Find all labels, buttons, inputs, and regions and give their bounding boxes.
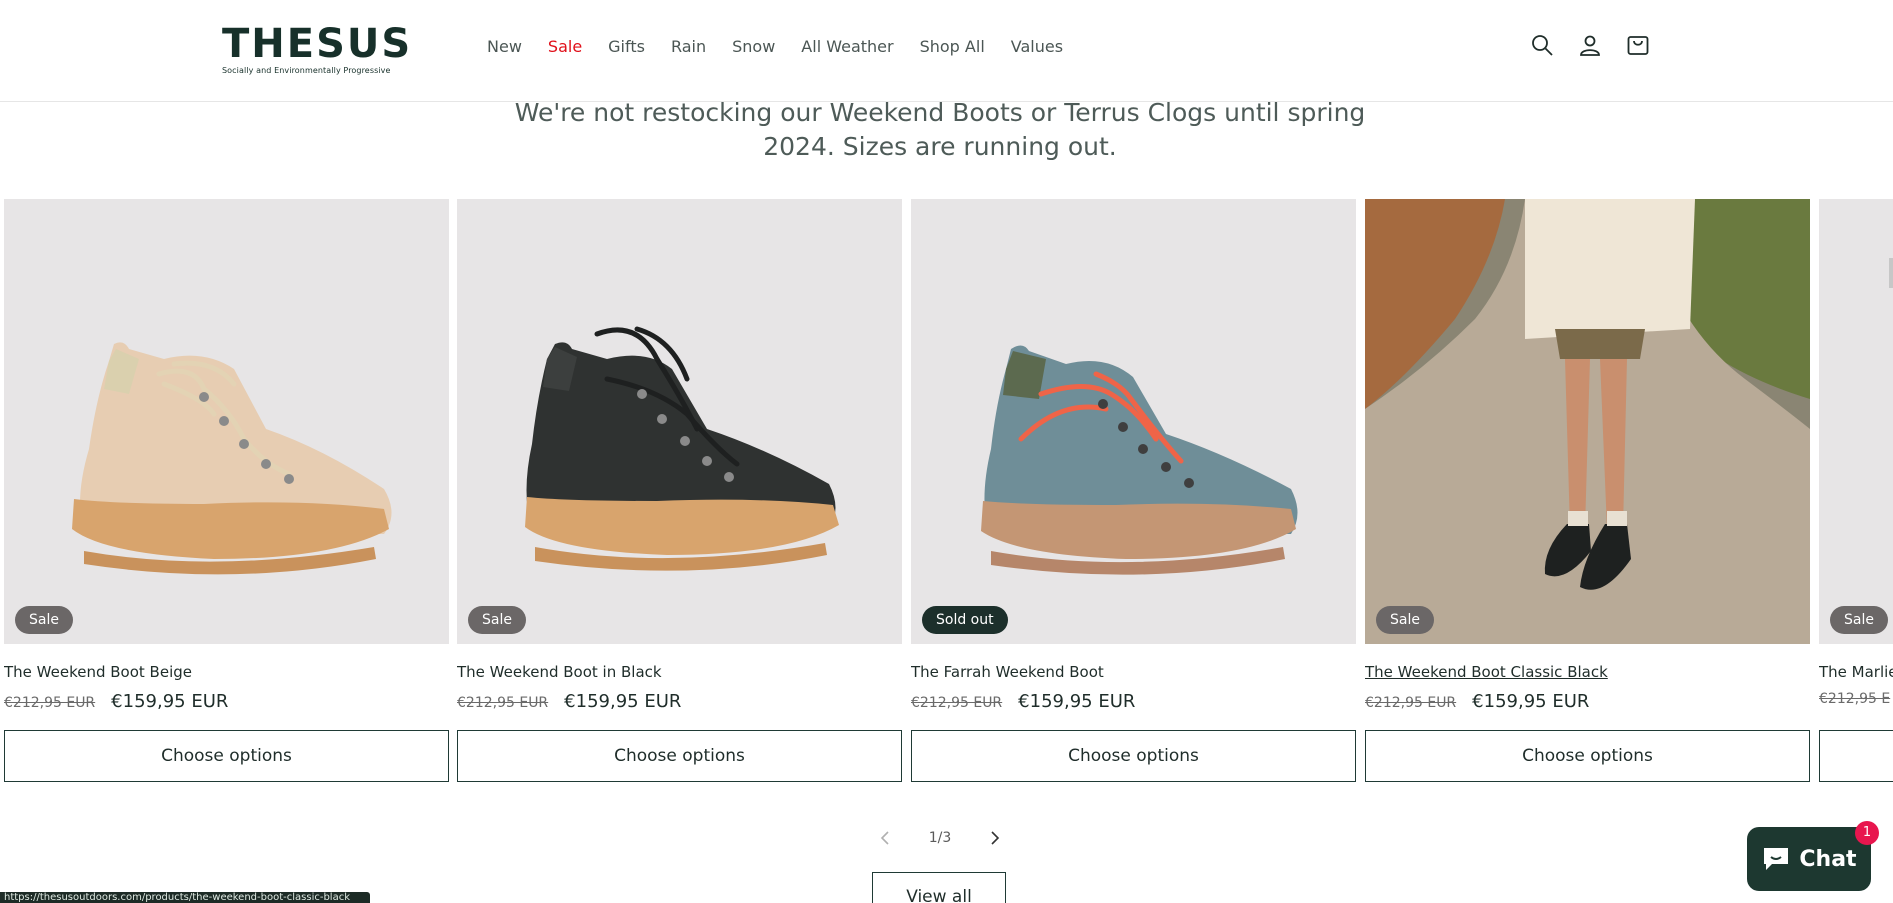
product-image[interactable]: Sale — [457, 199, 902, 644]
choose-options-button[interactable]: Choose options — [911, 730, 1356, 782]
nav-all-weather[interactable]: All Weather — [801, 37, 893, 56]
original-price: €212,95 EUR — [911, 695, 1003, 711]
original-price: €212,95 EUR — [1365, 695, 1457, 711]
choose-options-button[interactable] — [1819, 730, 1893, 782]
main-nav: New Sale Gifts Rain Snow All Weather Sho… — [487, 37, 1089, 56]
sale-price: €159,95 EUR — [1472, 691, 1590, 712]
price-row: €212,95 EUR €159,95 EUR — [1365, 691, 1810, 715]
chat-unread-badge: 1 — [1855, 821, 1879, 845]
product-title[interactable]: The Marlie — [1819, 662, 1893, 682]
product-image[interactable]: Sale — [1819, 199, 1893, 644]
brand-logo[interactable]: THESUS Socially and Environmentally Prog… — [222, 21, 413, 75]
nav-rain[interactable]: Rain — [671, 37, 706, 56]
choose-options-button[interactable]: Choose options — [4, 730, 449, 782]
page-counter: 1/3 — [928, 830, 952, 846]
beige-boot-image — [72, 342, 392, 575]
nav-shop-all[interactable]: Shop All — [920, 37, 985, 56]
brand-logo-wordmark: THESUS — [222, 21, 413, 67]
chat-bubble-icon — [1764, 848, 1789, 870]
sale-badge: Sale — [1830, 606, 1888, 634]
account-icon[interactable] — [1578, 33, 1602, 57]
product-title[interactable]: The Weekend Boot Classic Black — [1365, 662, 1810, 682]
sale-price: €159,95 EUR — [1018, 691, 1136, 712]
product-image[interactable]: Sold out — [911, 199, 1356, 644]
price-row: €212,95 E — [1819, 691, 1893, 715]
lifestyle-photo-image — [1365, 199, 1810, 644]
search-icon[interactable] — [1530, 33, 1554, 57]
choose-options-button[interactable]: Choose options — [457, 730, 902, 782]
chat-label: Chat — [1799, 846, 1857, 872]
nav-sale[interactable]: Sale — [548, 37, 582, 56]
blue-boot-image — [981, 345, 1298, 575]
nav-values[interactable]: Values — [1011, 37, 1063, 56]
choose-options-button[interactable]: Choose options — [1365, 730, 1810, 782]
nav-snow[interactable]: Snow — [732, 37, 775, 56]
sale-badge: Sale — [1376, 606, 1434, 634]
nav-gifts[interactable]: Gifts — [608, 37, 645, 56]
original-price: €212,95 E — [1819, 691, 1891, 707]
view-all-button[interactable]: View all — [872, 872, 1006, 903]
price-row: €212,95 EUR €159,95 EUR — [457, 691, 902, 715]
sale-badge: Sale — [468, 606, 526, 634]
price-row: €212,95 EUR €159,95 EUR — [4, 691, 449, 715]
black-boot-image — [525, 326, 839, 571]
sale-badge: Sale — [15, 606, 73, 634]
sale-price: €159,95 EUR — [564, 691, 682, 712]
header-icons — [1530, 33, 1650, 57]
product-image[interactable]: Sale — [4, 199, 449, 644]
product-card[interactable]: Sale The Marlie €212,95 E — [1819, 199, 1893, 782]
product-image[interactable]: Sale — [1365, 199, 1810, 644]
product-card[interactable]: Sale The Weekend Boot Beige €212,95 EUR … — [4, 199, 449, 782]
price-row: €212,95 EUR €159,95 EUR — [911, 691, 1356, 715]
product-title[interactable]: The Farrah Weekend Boot — [911, 662, 1356, 682]
sold-out-badge: Sold out — [922, 606, 1008, 634]
product-card[interactable]: Sold out The Farrah Weekend Boot €212,95… — [911, 199, 1356, 782]
site-header: THESUS Socially and Environmentally Prog… — [0, 0, 1893, 102]
restock-notice: We're not restocking our Weekend Boots o… — [514, 98, 1366, 161]
nav-new[interactable]: New — [487, 37, 522, 56]
product-title[interactable]: The Weekend Boot Beige — [4, 662, 449, 682]
chat-button[interactable]: Chat — [1747, 827, 1871, 891]
product-card[interactable]: Sale The Weekend Boot Classic Black €212… — [1365, 199, 1810, 782]
chevron-left-icon[interactable] — [880, 831, 890, 845]
scrollbar[interactable] — [1889, 258, 1893, 288]
chevron-right-icon[interactable] — [990, 831, 1000, 845]
product-title[interactable]: The Weekend Boot in Black — [457, 662, 902, 682]
sale-price: €159,95 EUR — [111, 691, 229, 712]
product-card[interactable]: Sale The Weekend Boot in Black €212,95 E… — [457, 199, 902, 782]
status-bar-url: https://thesusoutdoors.com/products/the-… — [0, 892, 370, 903]
original-price: €212,95 EUR — [4, 695, 96, 711]
brand-tagline: Socially and Environmentally Progressive — [222, 66, 391, 75]
original-price: €212,95 EUR — [457, 695, 549, 711]
cart-icon[interactable] — [1626, 33, 1650, 57]
slider-pagination: 1/3 — [880, 826, 1000, 850]
